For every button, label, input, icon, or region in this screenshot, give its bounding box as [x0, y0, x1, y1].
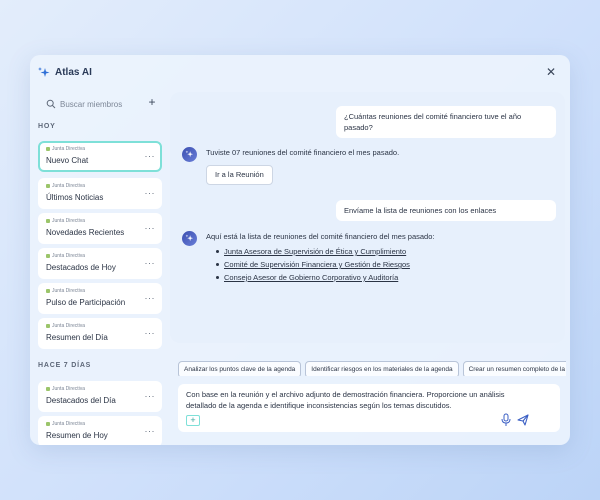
suggestion-chip[interactable]: Identificar riesgos en los materiales de… — [305, 361, 459, 376]
item-tag-label: Junta Directiva — [52, 183, 86, 189]
chat-panel: ¿Cuántas reuniones del comité financiero… — [170, 92, 565, 343]
meeting-link[interactable]: Comité de Supervisión Financiera y Gesti… — [224, 260, 410, 269]
item-tag-label: Junta Directiva — [52, 288, 86, 294]
item-tag: Junta Directiva — [46, 218, 85, 224]
item-title: Novedades Recientes — [46, 228, 125, 237]
section-label-today: HOY — [38, 123, 56, 130]
meeting-link[interactable]: Consejo Asesor de Gobierno Corporativo y… — [224, 273, 398, 282]
item-tag-label: Junta Directiva — [52, 421, 86, 427]
item-tag-label: Junta Directiva — [52, 323, 86, 329]
item-tag: Junta Directiva — [46, 183, 85, 189]
sidebar-item[interactable]: Junta Directiva Destacados de Hoy ··· — [38, 248, 162, 279]
atlas-ai-window: Atlas AI ✕ + HOY Junta Directiva Nuevo C… — [30, 55, 570, 445]
sidebar-item[interactable]: Junta Directiva Resumen del Día ··· — [38, 318, 162, 349]
more-options-icon[interactable]: ··· — [145, 329, 156, 338]
close-icon: ✕ — [545, 65, 557, 79]
add-chat-button[interactable]: + — [146, 95, 158, 109]
item-title: Pulso de Participación — [46, 298, 126, 307]
more-options-icon[interactable]: ··· — [145, 427, 156, 436]
sidebar-item[interactable]: Junta Directiva Novedades Recientes ··· — [38, 213, 162, 244]
tag-icon — [46, 324, 50, 328]
more-options-icon[interactable]: ··· — [145, 189, 156, 198]
bot-message: Tuviste 07 reuniones del comité financie… — [206, 148, 400, 157]
sparkle-icon — [185, 150, 194, 158]
item-tag: Junta Directiva — [46, 421, 85, 427]
send-icon[interactable] — [516, 413, 530, 427]
list-item: Junta Asesora de Supervisión de Ética y … — [216, 245, 410, 258]
search-box — [44, 95, 154, 113]
plus-icon: + — [148, 95, 156, 109]
sidebar-item[interactable]: Junta Directiva Resumen de Hoy ··· — [38, 416, 162, 445]
meeting-link[interactable]: Junta Asesora de Supervisión de Ética y … — [224, 247, 406, 256]
user-message: ¿Cuántas reuniones del comité financiero… — [336, 106, 556, 138]
bot-message: Aquí está la lista de reuniones del comi… — [206, 232, 435, 241]
tag-icon — [46, 387, 50, 391]
item-title: Resumen del Día — [46, 333, 108, 342]
item-title: Destacados del Día — [46, 396, 116, 405]
tag-icon — [46, 147, 50, 151]
attach-button[interactable]: + — [186, 415, 200, 426]
tag-icon — [46, 289, 50, 293]
search-input[interactable] — [60, 96, 154, 112]
item-title: Resumen de Hoy — [46, 431, 108, 440]
item-tag-label: Junta Directiva — [52, 146, 86, 152]
section-label-7-days: HACE 7 DÍAS — [38, 362, 92, 369]
item-tag: Junta Directiva — [46, 288, 85, 294]
tag-icon — [46, 184, 50, 188]
item-tag: Junta Directiva — [46, 386, 85, 392]
sidebar-item[interactable]: Junta Directiva Nuevo Chat ··· — [38, 141, 162, 172]
suggestion-chip[interactable]: Analizar los puntos clave de la agenda — [178, 361, 302, 376]
user-message: Envíame la lista de reuniones con los en… — [336, 200, 556, 221]
more-options-icon[interactable]: ··· — [145, 152, 156, 161]
close-button[interactable]: ✕ — [544, 65, 558, 79]
more-options-icon[interactable]: ··· — [145, 392, 156, 401]
item-tag: Junta Directiva — [46, 253, 85, 259]
item-tag-label: Junta Directiva — [52, 386, 86, 392]
item-title: Nuevo Chat — [46, 156, 89, 165]
plus-icon: + — [190, 415, 196, 425]
more-options-icon[interactable]: ··· — [145, 259, 156, 268]
sidebar-item[interactable]: Junta Directiva Destacados del Día ··· — [38, 381, 162, 412]
suggestion-chip[interactable]: Crear un resumen completo de la reunión — [462, 361, 566, 376]
tag-icon — [46, 422, 50, 426]
microphone-icon[interactable] — [500, 413, 512, 427]
item-tag: Junta Directiva — [46, 146, 85, 152]
list-item: Consejo Asesor de Gobierno Corporativo y… — [216, 271, 410, 284]
item-title: Destacados de Hoy — [46, 263, 116, 272]
bot-avatar — [182, 231, 197, 246]
sparkle-icon — [38, 67, 50, 77]
app-title: Atlas AI — [55, 67, 92, 78]
more-options-icon[interactable]: ··· — [145, 294, 156, 303]
tag-icon — [46, 254, 50, 258]
composer-input[interactable]: Con base en la reunión y el archivo adju… — [186, 389, 526, 411]
sidebar-item[interactable]: Junta Directiva Últimos Noticias ··· — [38, 178, 162, 209]
sidebar-item[interactable]: Junta Directiva Pulso de Participación ·… — [38, 283, 162, 314]
item-tag-label: Junta Directiva — [52, 253, 86, 259]
item-tag-label: Junta Directiva — [52, 218, 86, 224]
item-title: Últimos Noticias — [46, 193, 104, 202]
suggestion-chips: Analizar los puntos clave de la agenda Id… — [178, 358, 566, 376]
message-composer[interactable]: Con base en la reunión y el archivo adju… — [178, 384, 560, 432]
meeting-link-list: Junta Asesora de Supervisión de Ética y … — [216, 245, 410, 284]
tag-icon — [46, 219, 50, 223]
bot-avatar — [182, 147, 197, 162]
list-item: Comité de Supervisión Financiera y Gesti… — [216, 258, 410, 271]
sparkle-icon — [185, 234, 194, 242]
titlebar: Atlas AI ✕ — [30, 55, 570, 91]
more-options-icon[interactable]: ··· — [145, 224, 156, 233]
search-icon — [46, 99, 56, 109]
item-tag: Junta Directiva — [46, 323, 85, 329]
go-to-meeting-button[interactable]: Ir a la Reunión — [206, 165, 273, 185]
